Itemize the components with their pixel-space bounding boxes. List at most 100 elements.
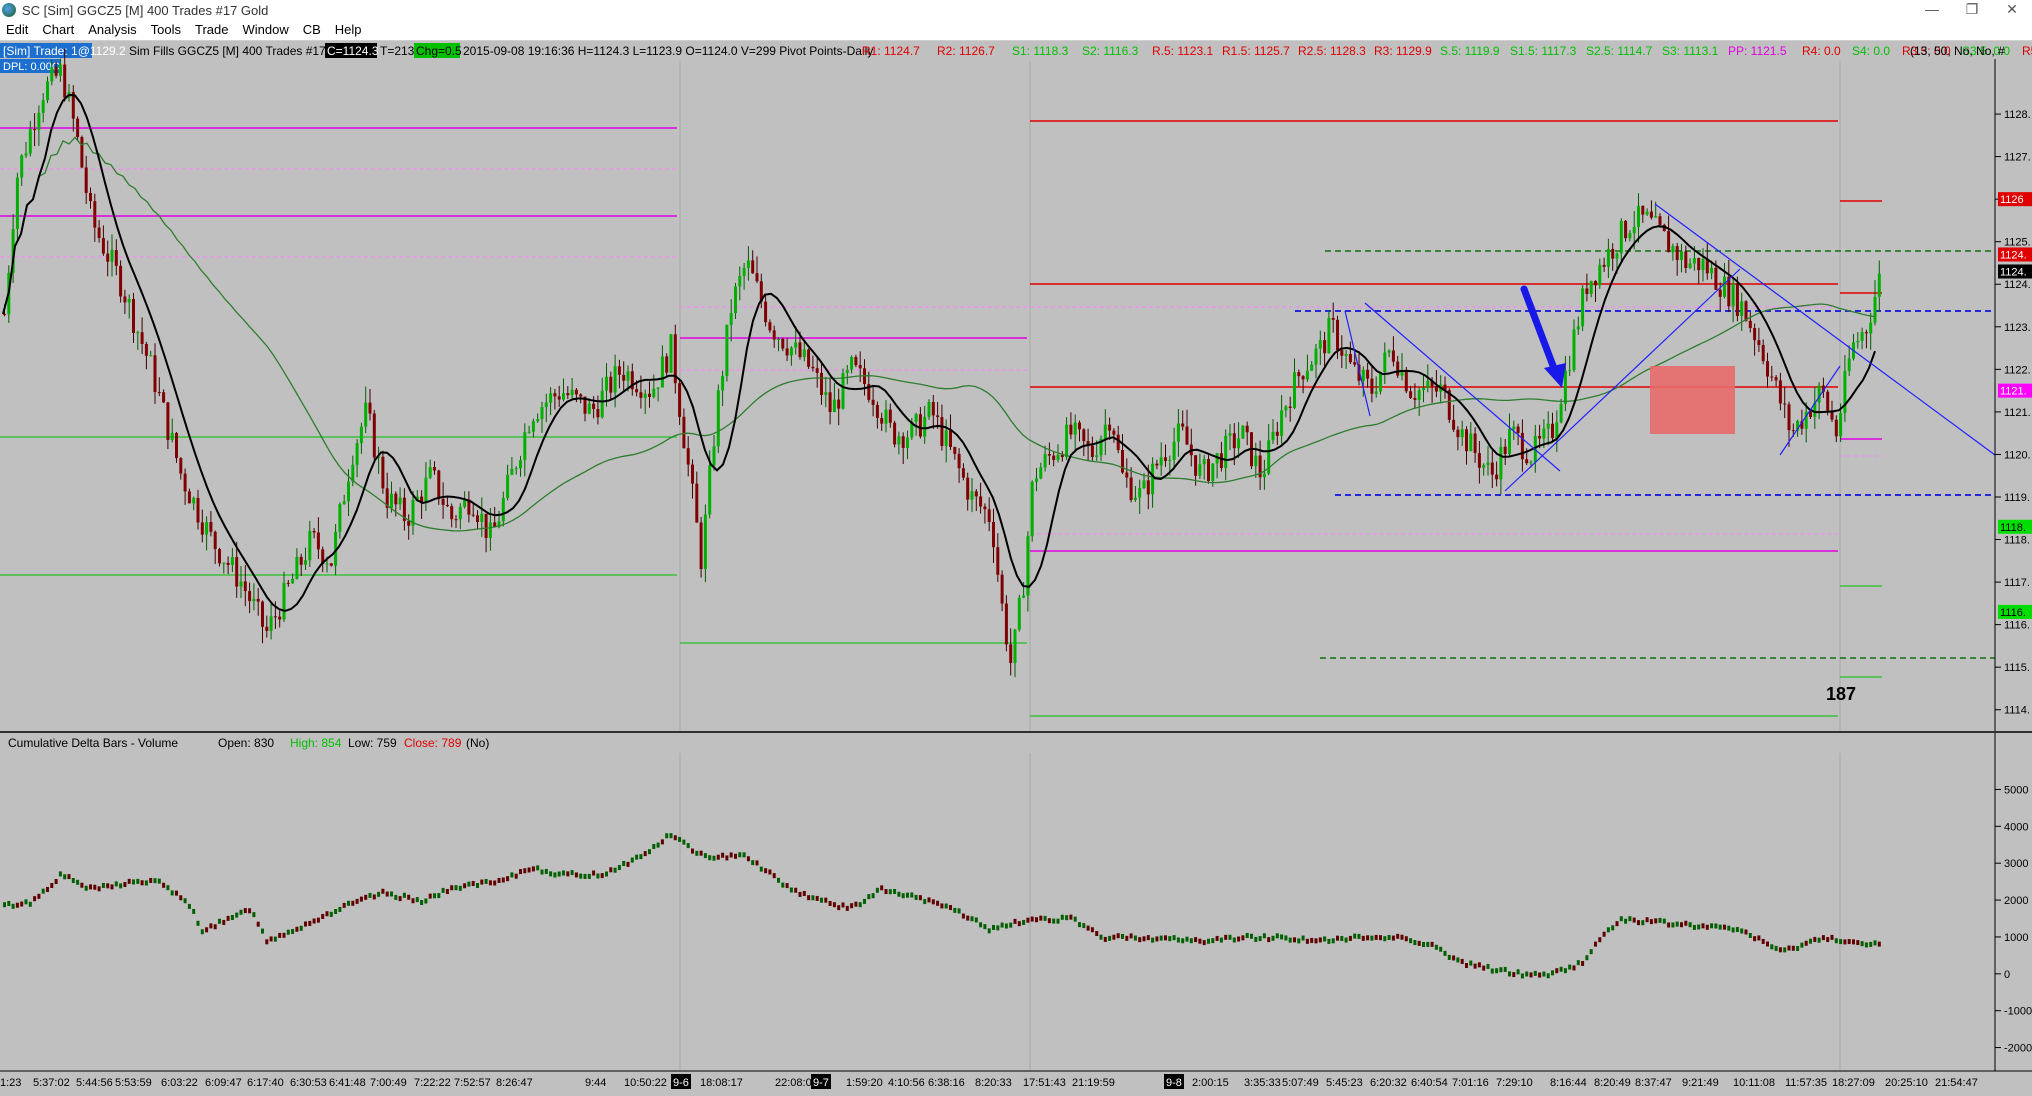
delta-title: Cumulative Delta Bars - Volume xyxy=(8,736,178,750)
menu-window[interactable]: Window xyxy=(236,20,296,37)
delta-bar xyxy=(1224,934,1228,940)
delta-bar xyxy=(441,887,445,893)
candle-body xyxy=(893,422,897,445)
delta-bar xyxy=(553,872,557,878)
menu-trade[interactable]: Trade xyxy=(189,20,236,37)
delta-bar xyxy=(97,886,101,892)
candle-body xyxy=(454,519,458,521)
menu-edit[interactable]: Edit xyxy=(0,20,36,37)
candle-body xyxy=(291,578,295,584)
price-tick-label: 1127. xyxy=(2004,152,2031,164)
delta-tick-label: 1000 xyxy=(2004,932,2028,944)
pivot-value: S4: 0.0 xyxy=(1852,44,1890,58)
close-button[interactable]: ✕ xyxy=(1992,1,2032,19)
delta-bar xyxy=(1611,925,1615,931)
delta-bar xyxy=(622,860,626,866)
delta-bar xyxy=(1103,936,1107,942)
delta-bar xyxy=(243,908,247,914)
candle-body xyxy=(514,468,518,470)
delta-bar xyxy=(239,909,243,915)
candle-body xyxy=(1675,246,1679,260)
delta-bar xyxy=(820,897,823,903)
candle-body xyxy=(114,250,118,266)
delta-bar xyxy=(368,892,372,898)
candle-body xyxy=(187,491,191,504)
delta-bar xyxy=(1813,936,1817,942)
candle-body xyxy=(721,376,725,391)
delta-bar xyxy=(71,878,75,884)
restore-button[interactable]: ❐ xyxy=(1952,1,1992,19)
candle-body xyxy=(1426,380,1430,388)
candle-body xyxy=(37,112,41,130)
candle-body xyxy=(41,100,45,113)
delta-bar xyxy=(162,882,166,888)
delta-bar xyxy=(1250,933,1253,939)
delta-bar xyxy=(1181,938,1185,944)
delta-bar xyxy=(1744,929,1748,935)
delta-bar xyxy=(574,872,578,878)
delta-bar xyxy=(351,900,355,906)
date-marker: 9-6 xyxy=(673,1077,689,1089)
candle-body xyxy=(802,349,806,358)
chart-area[interactable]: [Sim] Trade: 1@1129.2 Sim Fills GGCZ5 [M… xyxy=(0,41,2032,1091)
highlight-box[interactable] xyxy=(1650,366,1735,434)
delta-bar xyxy=(1533,970,1537,976)
candle-body xyxy=(1667,231,1671,253)
minimize-button[interactable]: — xyxy=(1912,1,1952,19)
candle-body xyxy=(471,514,475,516)
window-title: SC [Sim] GGCZ5 [M] 400 Trades #17 Gold xyxy=(22,3,269,18)
delta-bar xyxy=(28,901,32,907)
candle-body xyxy=(316,532,320,550)
menu-cb[interactable]: CB xyxy=(297,20,329,37)
menu-help[interactable]: Help xyxy=(329,20,370,37)
candle-body xyxy=(170,432,174,440)
delta-bar xyxy=(140,880,144,886)
delta-bar xyxy=(1035,917,1038,923)
chart-canvas[interactable]: [Sim] Trade: 1@1129.2 Sim Fills GGCZ5 [M… xyxy=(0,41,2032,1091)
delta-bar xyxy=(691,848,694,854)
delta-bar xyxy=(1675,921,1679,927)
delta-bar xyxy=(136,878,140,884)
delta-bar xyxy=(1366,935,1370,941)
delta-bar xyxy=(1275,933,1279,939)
delta-bar xyxy=(222,919,226,925)
delta-bar xyxy=(1323,936,1327,942)
delta-bar xyxy=(609,867,613,873)
delta-bar xyxy=(1340,935,1344,941)
candle-body xyxy=(695,483,699,523)
delta-bar xyxy=(987,928,991,934)
menu-tools[interactable]: Tools xyxy=(145,20,189,37)
candle-body xyxy=(46,81,49,101)
menu-chart[interactable]: Chart xyxy=(36,20,82,37)
delta-bar xyxy=(20,901,24,907)
delta-bar xyxy=(884,889,888,895)
time-axis[interactable]: 1:23 5:37:02 5:44:56 5:53:59 6:03:22 6:09:47 6… xyxy=(0,1074,1978,1089)
candle-body xyxy=(648,393,651,397)
time-tick-label: 8:37:47 xyxy=(1635,1077,1672,1089)
price-tick-label: 1124. xyxy=(2004,279,2031,291)
candle-body xyxy=(1383,352,1387,373)
delta-bar xyxy=(1809,938,1812,944)
menu-analysis[interactable]: Analysis xyxy=(82,20,144,37)
candle-body xyxy=(1744,301,1748,321)
candle-body xyxy=(368,402,372,414)
delta-bar xyxy=(235,912,239,918)
delta-bar xyxy=(596,873,600,879)
delta-tick-label: -2000 xyxy=(2004,1043,2032,1055)
candle-body xyxy=(1710,267,1714,274)
pivot-value: R2.5: 1128.3 xyxy=(1298,44,1366,58)
time-tick-label: 8:20:33 xyxy=(975,1077,1012,1089)
candle-body xyxy=(153,355,157,393)
delta-bar xyxy=(1632,917,1636,923)
candle-body xyxy=(1301,376,1305,380)
candle-body xyxy=(742,267,746,276)
candle-body xyxy=(996,547,1000,575)
delta-bar xyxy=(841,902,845,908)
candle-body xyxy=(24,153,28,156)
candle-body xyxy=(587,403,591,414)
candle-body xyxy=(1869,322,1873,334)
candle-body xyxy=(110,250,114,262)
delta-bar xyxy=(1559,966,1563,972)
delta-bar xyxy=(1710,923,1714,929)
candle-body xyxy=(1525,459,1529,464)
